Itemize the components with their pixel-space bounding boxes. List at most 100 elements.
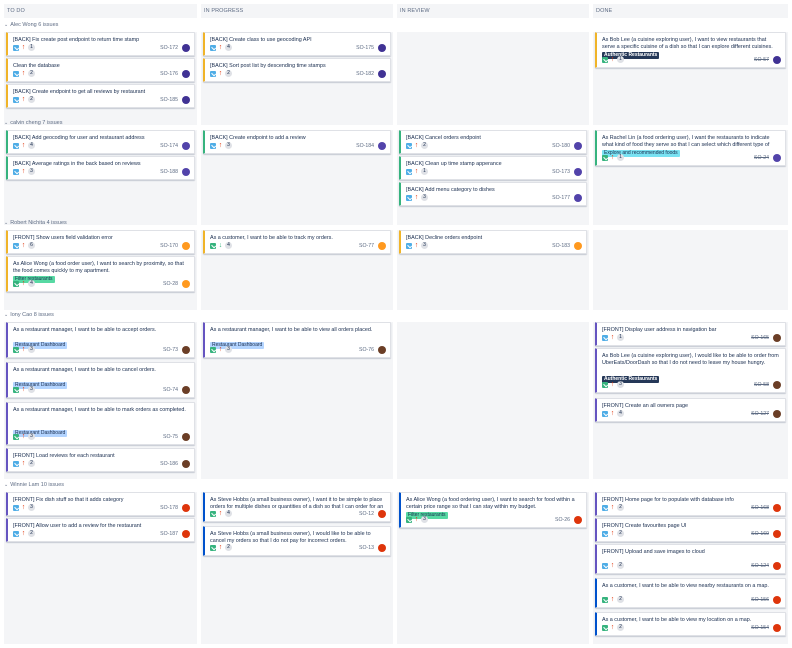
assignee-avatar[interactable] [574, 515, 582, 524]
issue-card[interactable]: [FRONT] Home page for to populate with d… [595, 492, 786, 516]
assignee-avatar[interactable] [182, 432, 190, 441]
issue-card[interactable]: [BACK] Create class to use geocoding API… [203, 32, 391, 56]
assignee-avatar[interactable] [182, 43, 190, 52]
issue-card[interactable]: [FRONT] Load reviews for each restaurant… [6, 448, 195, 472]
assignee-avatar[interactable] [182, 241, 190, 250]
assignee-avatar[interactable] [574, 167, 582, 176]
issue-key[interactable]: SO-185 [160, 97, 178, 103]
issue-card[interactable]: As a customer, I want to be able to trac… [203, 230, 391, 254]
assignee-avatar[interactable] [182, 345, 190, 354]
issue-card[interactable]: [FRONT] Allow user to add a review for t… [6, 518, 195, 542]
issue-key[interactable]: SO-172 [160, 45, 178, 51]
swimlane-header[interactable]: ⌄ Winnie Lam 10 issues [4, 480, 64, 490]
issue-key[interactable]: SO-168 [751, 505, 769, 511]
issue-key[interactable]: SO-124 [751, 563, 769, 569]
issue-card[interactable]: As Steve Hobbs (a small business owner),… [203, 526, 391, 556]
issue-key[interactable]: SO-175 [356, 45, 374, 51]
assignee-avatar[interactable] [378, 345, 386, 354]
issue-card[interactable]: [BACK] Average ratings in the back based… [6, 156, 195, 180]
issue-key[interactable]: SO-12 [359, 511, 374, 517]
assignee-avatar[interactable] [378, 69, 386, 78]
assignee-avatar[interactable] [574, 141, 582, 150]
assignee-avatar[interactable] [378, 141, 386, 150]
issue-key[interactable]: SO-76 [359, 347, 374, 353]
issue-card[interactable]: [BACK] Sort post list by descending time… [203, 58, 391, 82]
issue-card[interactable]: As a customer, I want to be able to view… [595, 578, 786, 608]
assignee-avatar[interactable] [773, 55, 781, 64]
issue-card[interactable]: [BACK] Cancel orders endpoint ↑ 2 SO-180 [399, 130, 587, 154]
issue-key[interactable]: SO-127 [751, 411, 769, 417]
issue-key[interactable]: SO-176 [160, 71, 178, 77]
issue-key[interactable]: SO-177 [552, 195, 570, 201]
issue-key[interactable]: SO-28 [163, 281, 178, 287]
chevron-down-icon[interactable]: ⌄ [4, 120, 8, 126]
issue-key[interactable]: SO-180 [552, 143, 570, 149]
issue-card[interactable]: As Alice Wong (a food order user), I wan… [6, 256, 195, 292]
swimlane-header[interactable]: ⌄ Iony Cao 8 issues [4, 310, 54, 320]
chevron-down-icon[interactable]: ⌄ [4, 220, 8, 226]
issue-card[interactable]: [BACK] Create endpoint to add a review ↑ 3… [203, 130, 391, 154]
issue-key[interactable]: SO-186 [160, 461, 178, 467]
issue-card[interactable]: Clean the database ↑ 2 SO-176 [6, 58, 195, 82]
assignee-avatar[interactable] [773, 380, 781, 389]
issue-card[interactable]: [BACK] Add geocoding for user and restau… [6, 130, 195, 154]
issue-card[interactable]: [BACK] Decline orders endpoint ↑ 3 SO-183 [399, 230, 587, 254]
chevron-down-icon[interactable]: ⌄ [4, 312, 8, 318]
issue-card[interactable]: [FRONT] Create an all owners page ↑ 4 SO-12… [595, 398, 786, 422]
issue-key[interactable]: SO-188 [160, 169, 178, 175]
issue-card[interactable]: As a customer, I want to be able to view… [595, 612, 786, 636]
swimlane-header[interactable]: ⌄ Alec Wong 6 issues [4, 20, 58, 30]
issue-key[interactable]: SO-154 [751, 625, 769, 631]
issue-card[interactable]: [FRONT] Fix dish stuff so that it adds c… [6, 492, 195, 516]
issue-key[interactable]: SO-182 [356, 71, 374, 77]
issue-card[interactable]: [FRONT] Create favourites page UI ↑ 2 SO-16… [595, 518, 786, 542]
issue-card[interactable]: As a restaurant manager, I want to be ab… [6, 362, 195, 398]
assignee-avatar[interactable] [182, 141, 190, 150]
assignee-avatar[interactable] [182, 503, 190, 512]
issue-key[interactable]: SO-74 [163, 387, 178, 393]
swimlane-header[interactable]: ⌄ Robert Nichita 4 issues [4, 218, 67, 228]
issue-key[interactable]: SO-169 [751, 531, 769, 537]
assignee-avatar[interactable] [574, 241, 582, 250]
issue-key[interactable]: SO-13 [359, 545, 374, 551]
issue-card[interactable]: As Bob Lee (a cuisine exploring user), I… [595, 32, 786, 68]
issue-key[interactable]: SO-156 [751, 597, 769, 603]
issue-card[interactable]: As Steve Hobbs (a small business owner),… [203, 492, 391, 522]
assignee-avatar[interactable] [773, 409, 781, 418]
assignee-avatar[interactable] [574, 193, 582, 202]
assignee-avatar[interactable] [773, 153, 781, 162]
issue-card[interactable]: As Rachel Lin (a food ordering user), I … [595, 130, 786, 166]
issue-card[interactable]: As Bob Lee (a cuisine exploring user), I… [595, 348, 786, 393]
assignee-avatar[interactable] [182, 167, 190, 176]
issue-key[interactable]: SO-174 [160, 143, 178, 149]
assignee-avatar[interactable] [773, 623, 781, 632]
issue-key[interactable]: SO-75 [163, 434, 178, 440]
issue-key[interactable]: SO-57 [754, 57, 769, 63]
assignee-avatar[interactable] [378, 43, 386, 52]
chevron-down-icon[interactable]: ⌄ [4, 22, 8, 28]
assignee-avatar[interactable] [378, 241, 386, 250]
issue-key[interactable]: SO-77 [359, 243, 374, 249]
issue-key[interactable]: SO-73 [163, 347, 178, 353]
issue-card[interactable]: [BACK] Fix create post endpoint to retur… [6, 32, 195, 56]
issue-key[interactable]: SO-173 [552, 169, 570, 175]
issue-card[interactable]: As Alice Wong (a food ordering user), I … [399, 492, 587, 528]
issue-key[interactable]: SO-178 [160, 505, 178, 511]
issue-key[interactable]: SO-58 [754, 382, 769, 388]
issue-key[interactable]: SO-184 [356, 143, 374, 149]
assignee-avatar[interactable] [182, 385, 190, 394]
issue-key[interactable]: SO-24 [754, 155, 769, 161]
chevron-down-icon[interactable]: ⌄ [4, 482, 8, 488]
assignee-avatar[interactable] [773, 561, 781, 570]
issue-key[interactable]: SO-187 [160, 531, 178, 537]
issue-card[interactable]: As a restaurant manager, I want to be ab… [203, 322, 391, 358]
issue-card[interactable]: [FRONT] Display user address in navigati… [595, 322, 786, 346]
assignee-avatar[interactable] [378, 509, 386, 518]
assignee-avatar[interactable] [182, 69, 190, 78]
assignee-avatar[interactable] [773, 595, 781, 604]
assignee-avatar[interactable] [773, 529, 781, 538]
issue-card[interactable]: [BACK] Add menu category to dishes ↑ 3 SO-1… [399, 182, 587, 206]
assignee-avatar[interactable] [773, 333, 781, 342]
issue-card[interactable]: [BACK] Clean up time stamp apperance ↑ 1 SO… [399, 156, 587, 180]
assignee-avatar[interactable] [182, 529, 190, 538]
